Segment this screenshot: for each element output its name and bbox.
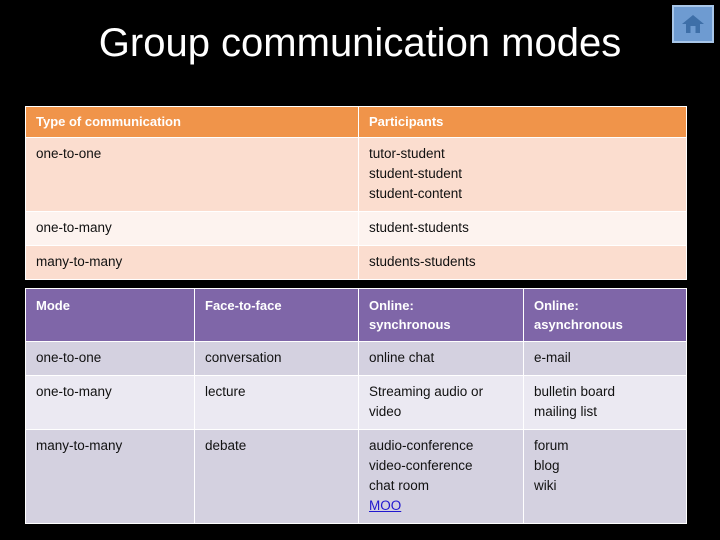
cell-type: one-to-one [25, 137, 359, 212]
communication-table: Type of communication Participants one-t… [25, 106, 687, 280]
table-row: many-to-many students-students [25, 245, 687, 280]
header-mode: Mode [25, 288, 195, 342]
table-row: one-to-one conversation online chat e-ma… [25, 341, 687, 376]
moo-link[interactable]: MOO [369, 496, 513, 516]
table-header-row: Type of communication Participants [25, 106, 687, 138]
async-line: forum [534, 438, 569, 453]
cell-online-sync: audio-conference video-conference chat r… [358, 429, 524, 524]
header-line: Online: [369, 298, 414, 313]
cell-online-sync: online chat [358, 341, 524, 376]
sync-line: audio-conference [369, 438, 474, 453]
cell-online-async: bulletin board mailing list [523, 375, 687, 430]
cell-type: one-to-many [25, 211, 359, 246]
table-row: one-to-many student-students [25, 211, 687, 246]
table-row: many-to-many debate audio-conference vid… [25, 429, 687, 524]
cell-participants: tutor-student student-student student-co… [358, 137, 687, 212]
cell-mode: one-to-one [25, 341, 195, 376]
sync-line: chat room [369, 478, 430, 493]
header-line: synchronous [369, 317, 451, 332]
page-title: Group communication modes [98, 21, 622, 65]
cell-mode: many-to-many [25, 429, 195, 524]
participant-line: student-content [369, 186, 463, 201]
cell-online-async: forum blog wiki [523, 429, 687, 524]
header-online-synchronous: Online: synchronous [358, 288, 524, 342]
async-line: blog [534, 458, 560, 473]
header-line: Face-to-face [205, 298, 282, 313]
participant-line: student-student [369, 166, 463, 181]
header-participants: Participants [358, 106, 687, 138]
participant-line: tutor-student [369, 146, 445, 161]
cell-participants: student-students [358, 211, 687, 246]
cell-type: many-to-many [25, 245, 359, 280]
header-line: asynchronous [534, 317, 623, 332]
header-face-to-face: Face-to-face [194, 288, 359, 342]
header-line: Online: [534, 298, 579, 313]
cell-mode: one-to-many [25, 375, 195, 430]
table-row: one-to-many lecture Streaming audio or v… [25, 375, 687, 430]
cell-face-to-face: debate [194, 429, 359, 524]
sync-line: video-conference [369, 458, 473, 473]
table-header-row: Mode Face-to-face Online: synchronous On… [25, 288, 687, 342]
cell-participants: students-students [358, 245, 687, 280]
cell-face-to-face: lecture [194, 375, 359, 430]
header-online-asynchronous: Online: asynchronous [523, 288, 687, 342]
async-line: bulletin board [534, 384, 616, 399]
async-line: mailing list [534, 404, 598, 419]
header-type-of-communication: Type of communication [25, 106, 359, 138]
modes-table: Mode Face-to-face Online: synchronous On… [25, 288, 687, 524]
cell-online-async: e-mail [523, 341, 687, 376]
async-line: wiki [534, 478, 557, 493]
cell-face-to-face: conversation [194, 341, 359, 376]
table-row: one-to-one tutor-student student-student… [25, 137, 687, 212]
header-line: Mode [36, 298, 70, 313]
home-icon[interactable] [672, 5, 714, 43]
cell-online-sync: Streaming audio or video [358, 375, 524, 430]
